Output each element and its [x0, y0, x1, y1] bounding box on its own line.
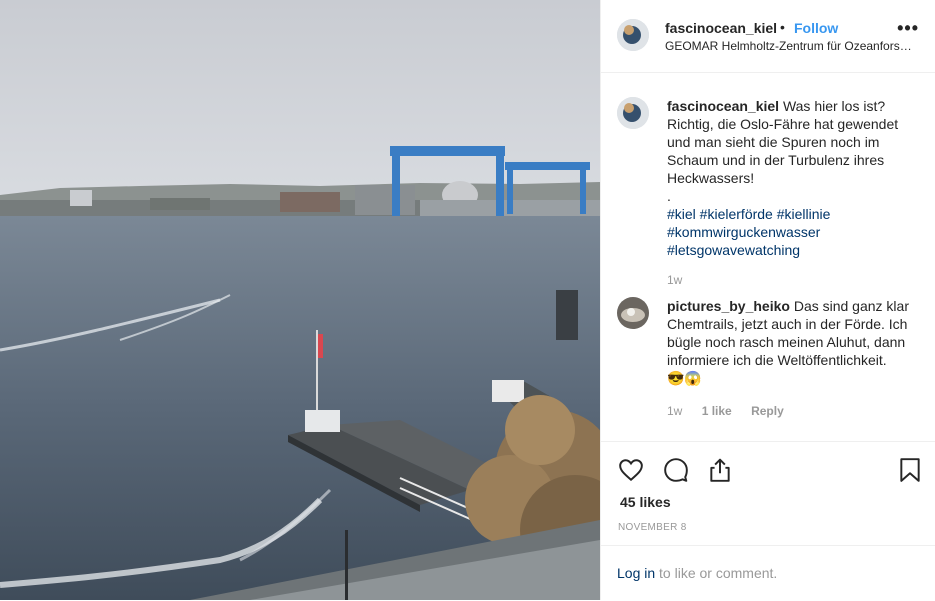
follow-button[interactable]: Follow: [794, 20, 838, 36]
login-rest-text: to like or comment.: [655, 565, 778, 581]
comment-time[interactable]: 1w: [667, 404, 682, 418]
author-username[interactable]: fascinocean_kiel: [665, 20, 777, 36]
avatar-image-icon: [617, 19, 649, 51]
comment-icon[interactable]: [663, 457, 689, 483]
avatar-image-icon: [617, 297, 649, 329]
bookmark-icon[interactable]: [897, 457, 923, 483]
login-prompt: Log in to like or comment.: [601, 545, 935, 601]
login-text: Log in to like or comment.: [617, 565, 777, 581]
caption-hashtags[interactable]: #kiel #kielerförde #kiellinie #kommwirgu…: [667, 206, 830, 258]
comment-like-count[interactable]: 1 like: [702, 404, 732, 418]
post-photo[interactable]: [0, 0, 600, 600]
author-avatar[interactable]: [617, 19, 649, 51]
harbor-photo-illustration: [0, 0, 600, 600]
post-date[interactable]: NOVEMBER 8: [618, 522, 687, 533]
comment-emojis: 😎😱: [667, 370, 702, 386]
comment-text-block: pictures_by_heiko Das sind ganz klar Che…: [667, 297, 920, 387]
header-separator: •: [780, 19, 785, 35]
caption-text-block: fascinocean_kiel Was hier los ist? Richt…: [667, 97, 920, 259]
commenter-avatar[interactable]: [617, 297, 649, 329]
caption-username[interactable]: fascinocean_kiel: [667, 98, 779, 114]
caption-time[interactable]: 1w: [667, 273, 682, 287]
post-side-panel: fascinocean_kiel • Follow GEOMAR Helmhol…: [600, 0, 935, 600]
post-header: fascinocean_kiel • Follow GEOMAR Helmhol…: [601, 0, 935, 73]
caption-avatar[interactable]: [617, 97, 649, 129]
likes-count[interactable]: 45 likes: [620, 494, 671, 510]
location-link[interactable]: GEOMAR Helmholtz-Zentrum für Ozeanforsch…: [665, 39, 917, 53]
comments-section: fascinocean_kiel Was hier los ist? Richt…: [601, 73, 935, 441]
reply-button[interactable]: Reply: [751, 404, 784, 418]
more-options-icon[interactable]: •••: [897, 18, 919, 39]
login-link[interactable]: Log in: [617, 565, 655, 581]
heart-icon[interactable]: [618, 457, 644, 483]
caption-dot: .: [667, 188, 671, 204]
share-icon[interactable]: [707, 457, 733, 483]
comment-meta: 1w 1 like Reply: [667, 404, 800, 418]
avatar-image-icon: [617, 97, 649, 129]
caption-meta: 1w: [667, 273, 698, 287]
post-actions: 45 likes NOVEMBER 8: [601, 441, 935, 542]
comment-username[interactable]: pictures_by_heiko: [667, 298, 790, 314]
